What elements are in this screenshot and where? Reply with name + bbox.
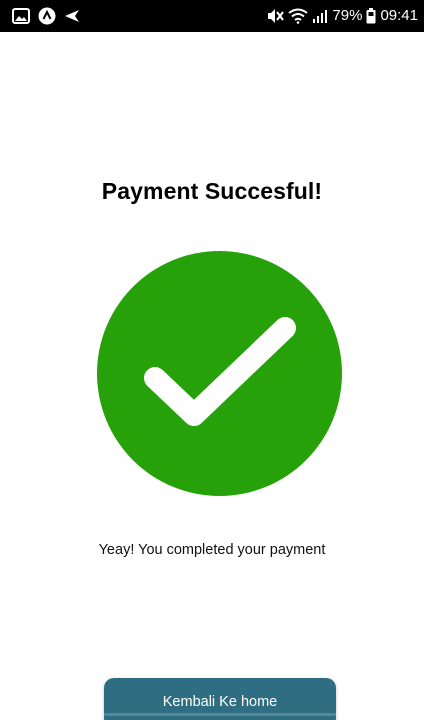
battery-icon (366, 8, 376, 24)
app-a-icon (38, 7, 56, 25)
status-bar-right-icons: 79% 09:41 (266, 6, 418, 26)
battery-percent: 79% (332, 7, 363, 24)
button-divider (104, 713, 336, 716)
back-home-button[interactable]: Kembali Ke home (104, 678, 336, 720)
signal-icon (312, 8, 328, 24)
image-icon (12, 8, 30, 24)
back-home-button-label: Kembali Ke home (162, 694, 278, 710)
mute-icon (266, 8, 285, 24)
status-time: 09:41 (380, 7, 418, 24)
success-check-icon (97, 251, 342, 496)
send-icon (64, 8, 80, 24)
status-bar-left-icons (12, 7, 80, 25)
page-title: Payment Succesful! (101, 178, 323, 204)
success-circle (97, 251, 342, 496)
status-bar: 79% 09:41 (0, 0, 424, 32)
success-message: Yeay! You completed your payment (98, 542, 326, 558)
wifi-icon (288, 8, 309, 24)
payment-success-screen: 79% 09:41 Payment Succesful! Yeay! You c… (0, 0, 424, 720)
